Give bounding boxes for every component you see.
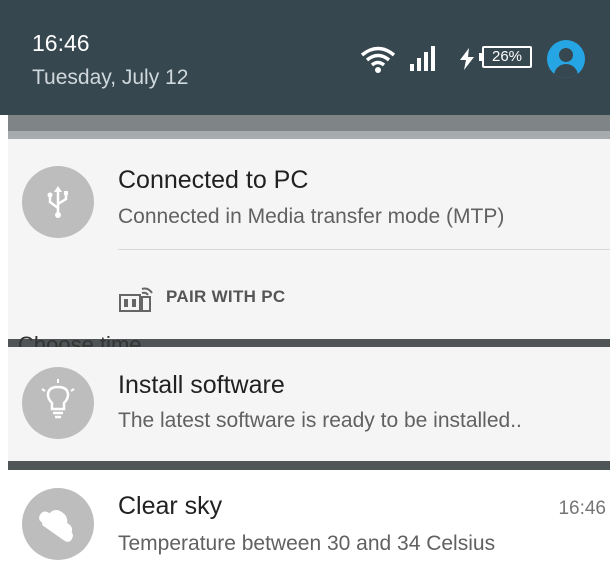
account-icon[interactable] [547, 40, 585, 78]
shade-divider [8, 115, 610, 139]
notification-usb[interactable]: Connected to PC Connected in Media trans… [8, 139, 610, 342]
weather-cloud-icon [22, 488, 94, 560]
notification-time: 16:46 [558, 498, 606, 519]
notification-install-software[interactable]: Install software The latest software is … [8, 347, 610, 461]
charging-bolt-icon [460, 48, 474, 70]
notification-subtitle: Temperature between 30 and 34 Celsius [118, 532, 496, 555]
notification-separator [8, 461, 610, 470]
notification-title: Connected to PC [118, 166, 309, 194]
notification-weather[interactable]: Clear sky 16:46 Temperature between 30 a… [8, 470, 610, 583]
notification-subtitle: Connected in Media transfer mode (MTP) [118, 205, 505, 228]
cell-signal-icon [410, 46, 435, 71]
status-date: Tuesday, July 12 [32, 66, 189, 89]
battery-icon: 26% [479, 46, 532, 68]
wifi-icon [360, 46, 396, 73]
lightbulb-icon [22, 367, 94, 439]
pc-wireless-icon [119, 287, 153, 312]
status-bar: 16:46 Tuesday, July 12 26% [0, 0, 610, 115]
divider [118, 249, 610, 250]
notification-title: Clear sky [118, 492, 223, 520]
pair-with-pc-button[interactable]: PAIR WITH PC [118, 277, 285, 317]
status-time: 16:46 [32, 30, 90, 56]
pair-with-pc-label: PAIR WITH PC [166, 287, 286, 306]
usb-icon [22, 166, 94, 238]
notification-subtitle: The latest software is ready to be insta… [118, 409, 522, 432]
notification-title: Install software [118, 371, 285, 399]
